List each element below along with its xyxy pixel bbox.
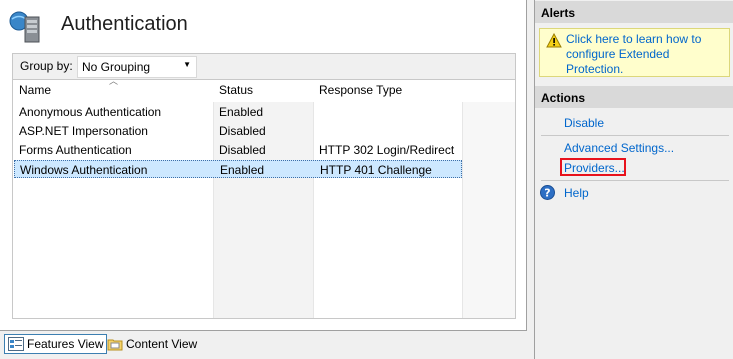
column-header-name[interactable]: Name bbox=[19, 83, 51, 97]
features-view-icon bbox=[8, 337, 24, 351]
groupby-dropdown[interactable]: No Grouping ▼ bbox=[77, 56, 197, 78]
row-status: Disabled bbox=[219, 124, 266, 138]
help-link[interactable]: Help bbox=[564, 186, 589, 200]
row-status: Enabled bbox=[220, 163, 265, 177]
server-icon bbox=[9, 11, 40, 43]
sort-ascending-icon: ︿ bbox=[109, 79, 119, 86]
row-name: Forms Authentication bbox=[19, 143, 132, 157]
groupby-label: Group by: bbox=[20, 59, 73, 73]
grid-header: ︿ Name Status Response Type bbox=[13, 80, 515, 102]
providers-link[interactable]: Providers... bbox=[564, 161, 625, 175]
row-response: HTTP 302 Login/Redirect bbox=[319, 143, 455, 157]
help-icon[interactable]: ? bbox=[540, 185, 555, 200]
row-response: HTTP 401 Challenge bbox=[320, 163, 432, 177]
table-row[interactable]: Anonymous Authentication Enabled bbox=[13, 103, 461, 121]
table-row[interactable]: ASP.NET Impersonation Disabled bbox=[13, 122, 461, 140]
tab-features-label: Features View bbox=[27, 337, 104, 351]
column-header-status[interactable]: Status bbox=[219, 83, 253, 97]
column-header-response-type[interactable]: Response Type bbox=[319, 83, 402, 97]
features-grid: ︿ Name Status Response Type Anonymous Au… bbox=[12, 79, 516, 319]
chevron-down-icon: ▼ bbox=[183, 60, 191, 69]
actions-header: Actions bbox=[535, 86, 733, 108]
warning-icon bbox=[546, 33, 562, 48]
disable-link[interactable]: Disable bbox=[564, 116, 604, 130]
separator bbox=[541, 180, 729, 181]
view-tabs: Features View Content View bbox=[0, 331, 526, 359]
page-title: Authentication bbox=[61, 13, 188, 35]
tab-features-view[interactable]: Features View bbox=[4, 334, 108, 354]
tab-content-label: Content View bbox=[126, 337, 198, 351]
extended-protection-link[interactable]: Click here to learn how to configure Ext… bbox=[566, 32, 726, 77]
table-row[interactable]: Forms Authentication Disabled HTTP 302 L… bbox=[13, 141, 461, 159]
groupby-bar: Group by: No Grouping ▼ bbox=[12, 53, 516, 80]
advanced-settings-link[interactable]: Advanced Settings... bbox=[564, 141, 674, 155]
actions-pane: Alerts Click here to learn how to config… bbox=[534, 0, 733, 359]
tab-content-view[interactable]: Content View bbox=[104, 334, 200, 354]
row-name: ASP.NET Impersonation bbox=[19, 124, 148, 138]
row-name: Anonymous Authentication bbox=[19, 105, 162, 119]
row-name: Windows Authentication bbox=[20, 163, 148, 177]
alert-box: Click here to learn how to configure Ext… bbox=[539, 28, 730, 77]
empty-column-shade bbox=[463, 80, 515, 318]
main-pane: Authentication Group by: No Grouping ▼ ︿… bbox=[0, 0, 527, 331]
column-divider bbox=[462, 80, 463, 318]
svg-text:?: ? bbox=[544, 187, 550, 200]
table-row-selected[interactable]: Windows Authentication Enabled HTTP 401 … bbox=[14, 160, 462, 178]
alerts-header: Alerts bbox=[535, 1, 733, 23]
row-status: Enabled bbox=[219, 105, 264, 119]
groupby-value: No Grouping bbox=[82, 60, 151, 74]
separator bbox=[541, 135, 729, 136]
content-view-icon bbox=[107, 339, 123, 351]
row-status: Disabled bbox=[219, 143, 266, 157]
